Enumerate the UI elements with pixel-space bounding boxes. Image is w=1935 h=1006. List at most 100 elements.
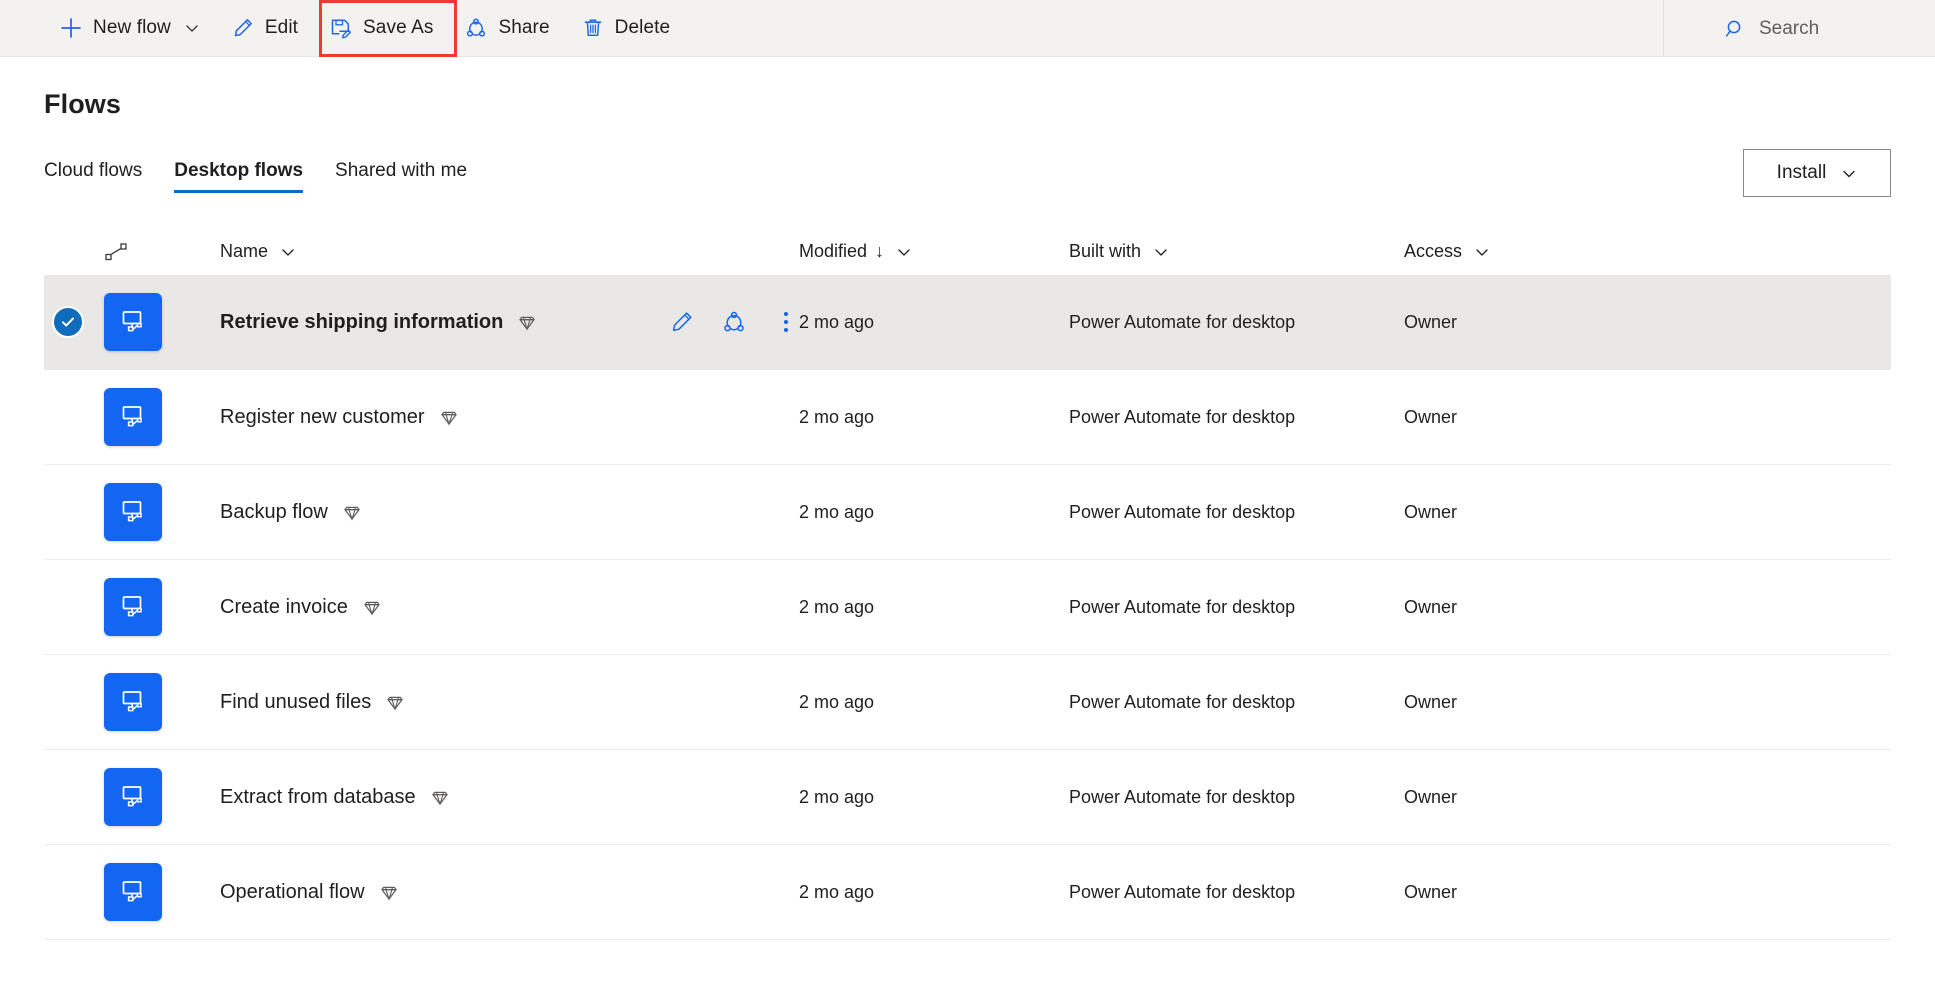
table-body: Retrieve shipping information 2 mo ago P…: [44, 275, 1891, 940]
row-name-cell[interactable]: Retrieve shipping information: [182, 311, 669, 334]
flow-name: Find unused files: [220, 690, 372, 713]
chevron-down-icon: [1153, 244, 1169, 260]
chevron-down-icon: [280, 244, 296, 260]
row-edit-button[interactable]: [669, 309, 695, 335]
edit-button[interactable]: Edit: [216, 0, 314, 57]
column-header-modified[interactable]: Modified ↓: [799, 241, 1069, 262]
row-app-icon-cell: [104, 768, 182, 826]
row-select-cell[interactable]: [44, 306, 104, 338]
column-header-modified-label: Modified: [799, 241, 868, 261]
desktop-flow-icon: [104, 293, 162, 351]
checkbox-checked-icon[interactable]: [52, 306, 84, 338]
save-as-label: Save As: [363, 17, 434, 38]
row-app-icon-cell: [104, 293, 182, 351]
save-as-icon: [330, 17, 352, 39]
row-name-cell[interactable]: Find unused files: [182, 691, 669, 714]
tab-shared-with-me[interactable]: Shared with me: [319, 160, 483, 193]
delete-button[interactable]: Delete: [566, 0, 687, 57]
row-built-with: Power Automate for desktop: [1069, 596, 1296, 617]
share-icon: [465, 17, 487, 39]
row-built-with: Power Automate for desktop: [1069, 881, 1296, 902]
row-app-icon-cell: [104, 578, 182, 636]
more-dot: [784, 328, 788, 332]
flow-name: Backup flow: [220, 500, 328, 523]
row-access: Owner: [1404, 311, 1458, 332]
desktop-flow-icon: [104, 578, 162, 636]
install-button[interactable]: Install: [1743, 149, 1891, 197]
search-placeholder: Search: [1759, 17, 1820, 39]
flow-name: Register new customer: [220, 405, 425, 428]
premium-diamond-icon: [385, 692, 405, 712]
chevron-down-icon: [896, 244, 912, 260]
row-app-icon-cell: [104, 388, 182, 446]
row-modified: 2 mo ago: [799, 501, 875, 522]
tab-cloud-flows[interactable]: Cloud flows: [28, 160, 158, 193]
row-modified: 2 mo ago: [799, 406, 875, 427]
search-icon: [1724, 18, 1746, 40]
flow-type-icon: [104, 241, 130, 263]
row-modified: 2 mo ago: [799, 691, 875, 712]
table-row[interactable]: Backup flow 2 mo ago Power Automate for …: [44, 465, 1891, 560]
page-header: Flows Install Cloud flows Desktop flows …: [0, 57, 1935, 197]
row-name-cell[interactable]: Register new customer: [182, 406, 669, 429]
premium-diamond-icon: [362, 597, 382, 617]
row-more-options-button[interactable]: [773, 309, 799, 335]
tab-desktop-flows[interactable]: Desktop flows: [158, 160, 319, 193]
flows-list: Name Modified ↓ Built with Access Retrie…: [0, 229, 1935, 940]
delete-label: Delete: [614, 17, 671, 38]
column-header-flow-type[interactable]: [104, 241, 182, 263]
premium-diamond-icon: [379, 882, 399, 902]
premium-diamond-icon: [342, 502, 362, 522]
flow-name: Create invoice: [220, 595, 348, 618]
row-access: Owner: [1404, 596, 1458, 617]
table-header-row: Name Modified ↓ Built with Access: [44, 229, 1891, 275]
row-built-with: Power Automate for desktop: [1069, 311, 1296, 332]
desktop-flow-icon: [104, 863, 162, 921]
premium-diamond-icon: [517, 312, 537, 332]
edit-label: Edit: [264, 17, 299, 38]
row-access: Owner: [1404, 786, 1458, 807]
page-title: Flows: [44, 89, 122, 119]
column-header-name-label: Name: [220, 241, 269, 261]
save-as-button[interactable]: Save As: [314, 0, 449, 57]
search-input[interactable]: Search: [1663, 0, 1935, 57]
desktop-flow-icon: [104, 388, 162, 446]
row-name-cell[interactable]: Create invoice: [182, 596, 669, 619]
row-built-with: Power Automate for desktop: [1069, 406, 1296, 427]
row-name-cell[interactable]: Extract from database: [182, 786, 669, 809]
plus-icon: [60, 17, 82, 39]
table-row[interactable]: Operational flow 2 mo ago Power Automate…: [44, 845, 1891, 940]
row-share-button[interactable]: [721, 309, 747, 335]
table-row[interactable]: Find unused files 2 mo ago Power Automat…: [44, 655, 1891, 750]
column-header-access[interactable]: Access: [1404, 241, 1891, 262]
row-modified: 2 mo ago: [799, 786, 875, 807]
row-name-cell[interactable]: Operational flow: [182, 881, 669, 904]
table-row[interactable]: Register new customer 2 mo ago Power Aut…: [44, 370, 1891, 465]
row-name-cell[interactable]: Backup flow: [182, 501, 669, 524]
column-header-built-with[interactable]: Built with: [1069, 241, 1404, 262]
row-built-with: Power Automate for desktop: [1069, 786, 1296, 807]
desktop-flow-icon: [104, 673, 162, 731]
table-row[interactable]: Retrieve shipping information 2 mo ago P…: [44, 275, 1891, 370]
column-header-access-label: Access: [1404, 241, 1463, 261]
premium-diamond-icon: [430, 787, 450, 807]
new-flow-label: New flow: [93, 17, 171, 38]
table-row[interactable]: Extract from database 2 mo ago Power Aut…: [44, 750, 1891, 845]
row-app-icon-cell: [104, 483, 182, 541]
table-row[interactable]: Create invoice 2 mo ago Power Automate f…: [44, 560, 1891, 655]
row-built-with: Power Automate for desktop: [1069, 501, 1296, 522]
row-access: Owner: [1404, 691, 1458, 712]
share-button[interactable]: Share: [449, 0, 565, 57]
row-app-icon-cell: [104, 673, 182, 731]
row-built-with: Power Automate for desktop: [1069, 691, 1296, 712]
chevron-down-icon: [184, 20, 200, 36]
row-access: Owner: [1404, 881, 1458, 902]
flow-name: Retrieve shipping information: [220, 310, 504, 333]
new-flow-button[interactable]: New flow: [44, 0, 216, 57]
row-app-icon-cell: [104, 863, 182, 921]
flow-name: Operational flow: [220, 880, 365, 903]
row-actions: [669, 309, 799, 335]
flow-tabs: Cloud flows Desktop flows Shared with me: [44, 149, 1891, 193]
flow-name: Extract from database: [220, 785, 416, 808]
column-header-name[interactable]: Name: [182, 241, 669, 262]
